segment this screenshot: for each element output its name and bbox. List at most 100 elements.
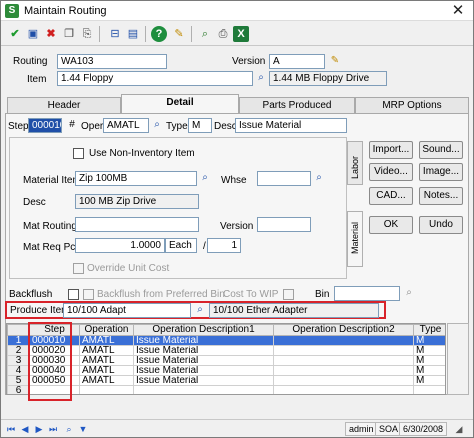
column-header-type[interactable]: Type [413, 324, 445, 336]
bin-lookup-icon[interactable]: ⌕ [401, 286, 417, 301]
copy-icon[interactable]: ❐ [61, 26, 77, 42]
cell-type[interactable]: M [413, 345, 445, 356]
help-icon[interactable]: ? [151, 26, 167, 42]
cell-desc1[interactable]: Issue Material [133, 355, 274, 366]
desc-field[interactable]: Issue Material [235, 118, 347, 133]
check-icon[interactable]: ✔ [7, 26, 23, 42]
side-tab-labor[interactable]: Labor [347, 141, 363, 185]
backflush-checkbox[interactable] [68, 289, 79, 300]
sound-button[interactable]: Sound... [419, 141, 463, 159]
cell-operation[interactable] [79, 385, 134, 394]
table-row[interactable]: 1 000010 AMATL Issue Material M [7, 335, 445, 346]
import-button[interactable]: Import... [369, 141, 413, 159]
whse-field[interactable] [257, 171, 311, 186]
undo-button[interactable]: Undo [419, 216, 463, 234]
print-icon[interactable]: ⎙ [215, 26, 231, 42]
first-record-icon[interactable]: ⏮ [5, 423, 17, 435]
column-header-desc1[interactable]: Operation Description1 [133, 324, 274, 336]
find-icon[interactable]: ⌕ [63, 423, 75, 435]
tab-mrp-options[interactable]: MRP Options [355, 97, 469, 113]
cell-type[interactable] [413, 385, 445, 394]
version-edit-icon[interactable]: ✎ [327, 54, 343, 69]
cell-desc1[interactable]: Issue Material [133, 375, 274, 386]
cell-desc2[interactable] [273, 335, 414, 346]
notes-button[interactable]: Notes... [419, 187, 463, 205]
paste-icon[interactable]: ⎘ [79, 26, 95, 42]
cell-desc2[interactable] [273, 375, 414, 386]
cell-operation[interactable]: AMATL [79, 375, 134, 386]
step-spin-button[interactable]: # [64, 118, 80, 133]
grid-scrollbar[interactable] [447, 323, 469, 395]
type-select[interactable]: M [188, 118, 212, 133]
preview-icon[interactable]: ⌕ [197, 26, 213, 42]
cad-button[interactable]: CAD... [369, 187, 413, 205]
cell-desc2[interactable] [273, 365, 414, 376]
tab-detail[interactable]: Detail [121, 94, 239, 114]
item-field[interactable]: 1.44 Floppy [57, 71, 253, 86]
column-header-desc2[interactable]: Operation Description2 [273, 324, 414, 336]
next-record-icon[interactable]: ▶ [33, 423, 45, 435]
steps-grid[interactable]: Step Operation Operation Description1 Op… [6, 323, 446, 395]
cell-desc1[interactable]: Issue Material [133, 365, 274, 376]
cell-operation[interactable]: AMATL [79, 365, 134, 376]
tab-header[interactable]: Header [7, 97, 121, 113]
oper-lookup-icon[interactable]: ⌕ [149, 118, 165, 133]
mat-version-field[interactable] [257, 217, 311, 232]
table-row[interactable]: 6 [7, 385, 445, 394]
version-label: Version [232, 56, 266, 67]
filter-icon[interactable]: ▼ [77, 423, 89, 435]
image-button[interactable]: Image... [419, 163, 463, 181]
lock-icon[interactable]: ⊟ [107, 26, 123, 42]
cell-type[interactable]: M [413, 375, 445, 386]
cell-type[interactable]: M [413, 335, 445, 346]
produce-item-lookup-icon[interactable]: ⌕ [192, 303, 208, 318]
backflush-preferred-checkbox[interactable] [83, 289, 94, 300]
cell-desc1[interactable]: Issue Material [133, 345, 274, 356]
cell-operation[interactable]: AMATL [79, 355, 134, 366]
item-lookup-icon[interactable]: ⌕ [253, 71, 269, 86]
close-button[interactable]: ✕ [449, 2, 467, 20]
ok-button[interactable]: OK [369, 216, 413, 234]
mat-req-per-field[interactable]: 1 [207, 238, 241, 253]
step-field[interactable]: 000010 [28, 118, 62, 133]
memo-icon[interactable]: ✎ [171, 26, 187, 42]
material-item-lookup-icon[interactable]: ⌕ [197, 171, 213, 186]
cell-type[interactable]: M [413, 355, 445, 366]
mat-routing-field[interactable] [75, 217, 199, 232]
cell-operation[interactable]: AMATL [79, 335, 134, 346]
use-non-inventory-checkbox[interactable] [73, 148, 84, 159]
cost-wip-checkbox[interactable] [283, 289, 294, 300]
material-item-field[interactable]: Zip 100MB [75, 171, 197, 186]
table-row[interactable]: 3 000030 AMATL Issue Material M [7, 355, 445, 366]
bin-field[interactable] [334, 286, 400, 301]
tab-parts-produced[interactable]: Parts Produced [239, 97, 355, 113]
cell-desc1[interactable] [133, 385, 274, 394]
mat-req-unit[interactable]: Each [165, 238, 197, 253]
save-icon[interactable]: ▣ [25, 26, 41, 42]
column-header-operation[interactable]: Operation [79, 324, 134, 336]
last-record-icon[interactable]: ⏭ [47, 423, 59, 435]
mat-req-field[interactable]: 1.0000 [75, 238, 165, 253]
cell-type[interactable]: M [413, 365, 445, 376]
version-field[interactable]: A [269, 54, 325, 69]
table-row[interactable]: 2 000020 AMATL Issue Material M [7, 345, 445, 356]
oper-field[interactable]: AMATL [103, 118, 149, 133]
delete-icon[interactable]: ✖ [43, 26, 59, 42]
history-icon[interactable]: ▤ [125, 26, 141, 42]
cell-desc2[interactable] [273, 385, 414, 394]
previous-record-icon[interactable]: ◀ [19, 423, 31, 435]
override-cost-checkbox[interactable] [73, 263, 84, 274]
whse-lookup-icon[interactable]: ⌕ [311, 171, 327, 186]
excel-icon[interactable]: X [233, 26, 249, 42]
cell-desc2[interactable] [273, 345, 414, 356]
table-row[interactable]: 5 000050 AMATL Issue Material M [7, 375, 445, 386]
cell-desc2[interactable] [273, 355, 414, 366]
routing-field[interactable]: WA103 [57, 54, 167, 69]
video-button[interactable]: Video... [369, 163, 413, 181]
cell-desc1[interactable]: Issue Material [133, 335, 274, 346]
cell-operation[interactable]: AMATL [79, 345, 134, 356]
side-tab-material[interactable]: Material [347, 211, 363, 267]
produce-item-field[interactable]: 10/100 Adapt [63, 303, 191, 318]
material-item-label: Material Item [23, 175, 81, 186]
table-row[interactable]: 4 000040 AMATL Issue Material M [7, 365, 445, 376]
